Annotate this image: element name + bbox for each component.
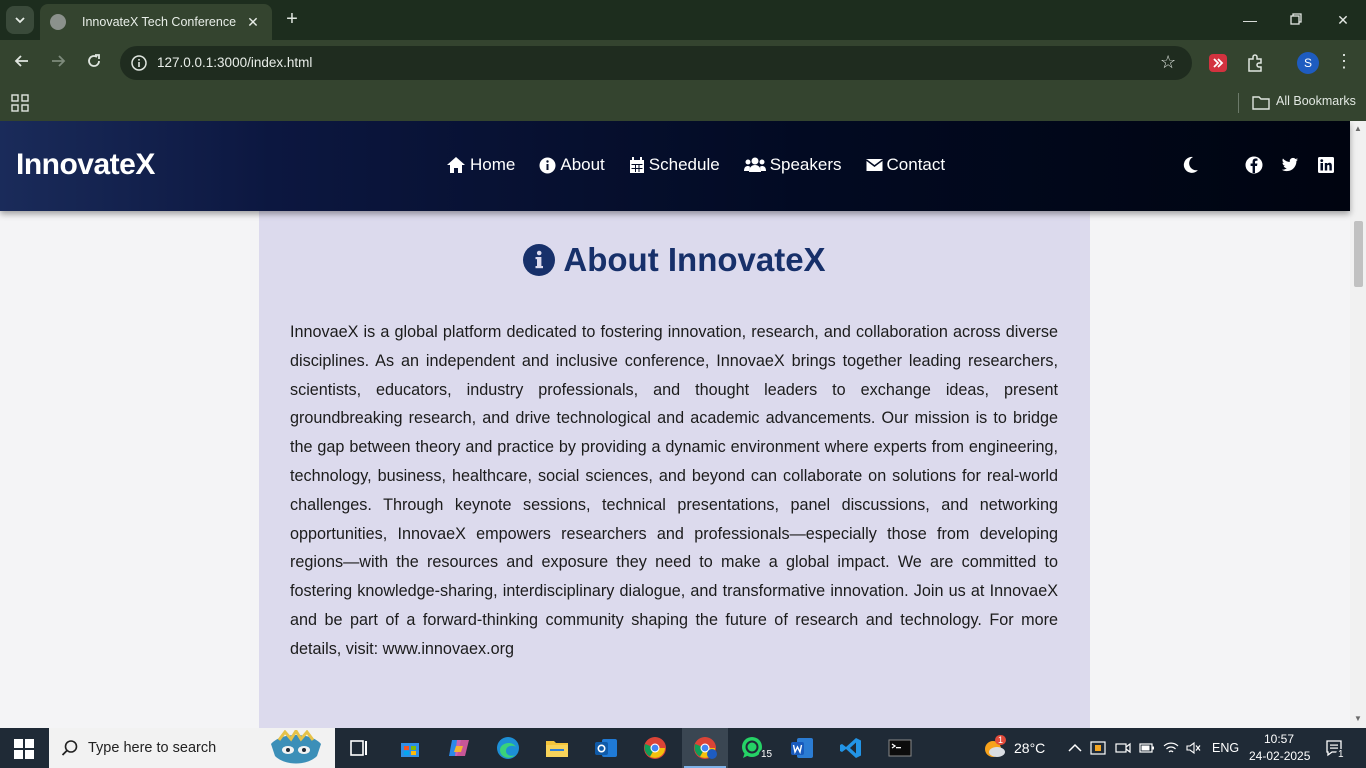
forward-arrow-icon[interactable] bbox=[47, 52, 69, 74]
close-tab-icon[interactable]: ✕ bbox=[244, 13, 262, 31]
nav-label-home: Home bbox=[470, 155, 516, 174]
bookmark-star-icon[interactable]: ☆ bbox=[1160, 53, 1178, 71]
back-arrow-icon[interactable] bbox=[11, 52, 33, 74]
clock-date[interactable]: 24-02-2025 bbox=[1249, 749, 1310, 763]
scrollbar-thumb[interactable] bbox=[1354, 221, 1363, 287]
copilot-icon[interactable] bbox=[447, 736, 471, 760]
chrome-profile-icon[interactable] bbox=[693, 736, 717, 760]
linkedin-icon[interactable] bbox=[1317, 156, 1335, 174]
search-placeholder: Type here to search bbox=[88, 740, 217, 756]
about-heading-row: About InnovateX bbox=[259, 241, 1090, 279]
info-circle-icon bbox=[523, 244, 556, 276]
windows-taskbar: Type here to search 15 1 28°C ENG 10:57 … bbox=[0, 728, 1366, 768]
outlook-icon[interactable] bbox=[594, 736, 618, 760]
nav-item-about[interactable]: About bbox=[539, 155, 605, 175]
edge-browser-icon[interactable] bbox=[496, 736, 520, 760]
whatsapp-badge: 15 bbox=[759, 749, 775, 760]
notification-count: 1 bbox=[1336, 749, 1346, 760]
twitter-icon[interactable] bbox=[1281, 156, 1299, 174]
nav-label-about: About bbox=[560, 155, 605, 174]
clock-time[interactable]: 10:57 bbox=[1264, 732, 1294, 746]
calendar-icon bbox=[629, 156, 644, 173]
nav-item-speakers[interactable]: Speakers bbox=[743, 155, 842, 175]
chevron-down-icon bbox=[15, 17, 25, 24]
security-tray-icon[interactable] bbox=[1090, 741, 1106, 755]
globe-favicon-icon bbox=[50, 14, 66, 30]
tab-search-button[interactable] bbox=[6, 6, 34, 34]
battery-icon[interactable] bbox=[1139, 741, 1155, 755]
file-explorer-icon[interactable] bbox=[545, 736, 569, 760]
site-info-icon[interactable] bbox=[130, 54, 148, 72]
search-icon bbox=[61, 740, 78, 756]
site-header: InnovateX Home About Schedule Speakers C… bbox=[0, 121, 1350, 211]
nav-item-home[interactable]: Home bbox=[446, 155, 515, 175]
home-icon bbox=[447, 157, 465, 173]
terminal-icon[interactable] bbox=[888, 736, 912, 760]
taskbar-search-box[interactable]: Type here to search bbox=[49, 728, 335, 768]
page-viewport: InnovateX Home About Schedule Speakers C… bbox=[0, 121, 1366, 728]
about-heading: About InnovateX bbox=[563, 241, 826, 278]
speaker-muted-icon[interactable] bbox=[1186, 741, 1202, 755]
page-scrollbar[interactable]: ▲ ▼ bbox=[1350, 121, 1366, 728]
restore-icon[interactable] bbox=[1286, 10, 1306, 30]
chevron-up-icon[interactable] bbox=[1067, 741, 1083, 755]
windows-start-icon[interactable] bbox=[14, 739, 34, 759]
weather-temperature[interactable]: 28°C bbox=[1014, 740, 1045, 756]
microsoft-store-icon[interactable] bbox=[398, 736, 422, 760]
browser-toolbar: 127.0.0.1:3000/index.html ☆ S ⋮ bbox=[0, 40, 1366, 86]
url-text[interactable]: 127.0.0.1:3000/index.html bbox=[157, 55, 312, 70]
about-section: About InnovateX InnovaeX is a global pla… bbox=[259, 211, 1090, 728]
wifi-icon[interactable] bbox=[1163, 741, 1179, 755]
language-indicator[interactable]: ENG bbox=[1212, 741, 1239, 755]
browser-tab-bar: InnovateX Tech Conference ✕ + — ✕ bbox=[0, 0, 1366, 40]
weather-badge: 1 bbox=[995, 735, 1007, 745]
main-nav: Home About Schedule Speakers Contact bbox=[446, 155, 969, 175]
extension-red-icon[interactable] bbox=[1208, 53, 1228, 73]
chrome-icon[interactable] bbox=[643, 736, 667, 760]
facebook-icon[interactable] bbox=[1245, 156, 1263, 174]
profile-avatar[interactable]: S bbox=[1297, 52, 1319, 74]
meet-tray-icon[interactable] bbox=[1115, 741, 1131, 755]
reload-icon[interactable] bbox=[83, 52, 105, 74]
task-view-icon[interactable] bbox=[348, 736, 372, 760]
word-icon[interactable] bbox=[790, 736, 814, 760]
extensions-puzzle-icon[interactable] bbox=[1245, 53, 1265, 73]
search-highlight-mask-icon bbox=[271, 730, 321, 764]
close-window-icon[interactable]: ✕ bbox=[1333, 10, 1353, 30]
about-paragraph: InnovaeX is a global platform dedicated … bbox=[290, 323, 1058, 658]
scroll-up-arrow-icon[interactable]: ▲ bbox=[1353, 125, 1363, 133]
site-logo[interactable]: InnovateX bbox=[16, 148, 155, 182]
nav-label-speakers: Speakers bbox=[769, 155, 842, 174]
new-tab-button[interactable]: + bbox=[282, 9, 302, 29]
info-icon bbox=[539, 157, 556, 173]
browser-tab-active[interactable]: InnovateX Tech Conference ✕ bbox=[40, 4, 272, 40]
folder-icon bbox=[1252, 96, 1270, 110]
bookmarks-bar: All Bookmarks bbox=[0, 86, 1366, 121]
moon-icon[interactable] bbox=[1180, 155, 1200, 175]
users-icon bbox=[743, 157, 766, 172]
browser-menu-icon[interactable]: ⋮ bbox=[1335, 51, 1353, 72]
scroll-down-arrow-icon[interactable]: ▼ bbox=[1353, 715, 1363, 723]
bookmarks-divider bbox=[1238, 93, 1239, 113]
nav-item-schedule[interactable]: Schedule bbox=[629, 155, 720, 175]
vscode-icon[interactable] bbox=[839, 736, 863, 760]
address-bar[interactable]: 127.0.0.1:3000/index.html ☆ bbox=[120, 46, 1192, 80]
minimize-icon[interactable]: — bbox=[1240, 10, 1260, 30]
all-bookmarks-link[interactable]: All Bookmarks bbox=[1276, 94, 1356, 108]
nav-item-contact[interactable]: Contact bbox=[865, 155, 946, 175]
nav-label-schedule: Schedule bbox=[648, 155, 720, 174]
tab-title: InnovateX Tech Conference bbox=[82, 15, 237, 29]
envelope-icon bbox=[865, 159, 883, 171]
nav-label-contact: Contact bbox=[886, 155, 946, 174]
apps-grid-icon[interactable] bbox=[11, 94, 29, 112]
